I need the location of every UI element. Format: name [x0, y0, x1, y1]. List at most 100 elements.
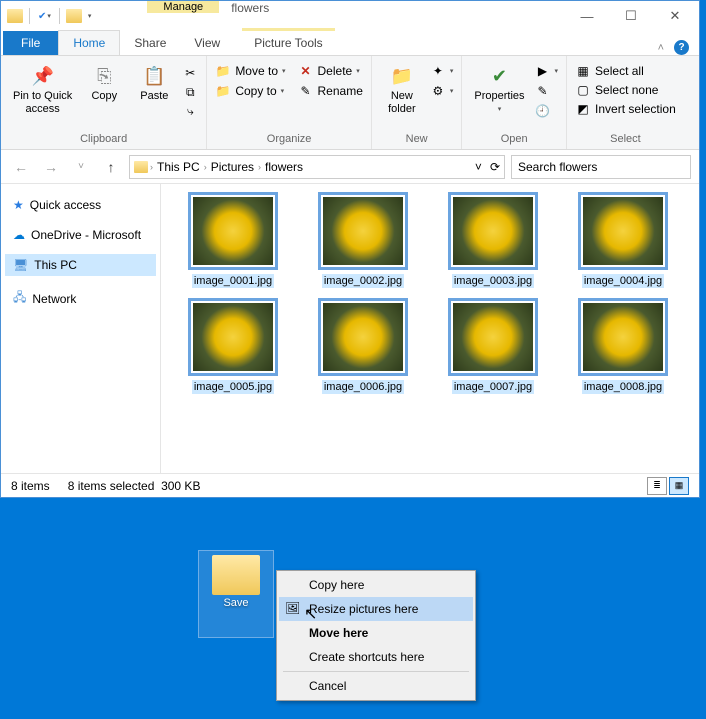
organize-group: 📁Move to ▾ 📁Copy to ▾ ✕Delete ▾ ✎Rename …: [207, 56, 372, 149]
history-button[interactable]: 🕘: [535, 102, 559, 120]
breadcrumb-bar[interactable]: › This PC › Pictures › flowers ˅ ⟳: [129, 155, 505, 179]
open-button[interactable]: ▶▾: [535, 62, 559, 80]
drag-drop-context-menu: Copy here 🖼 Resize pictures here Move he…: [276, 570, 476, 701]
nav-quick-access[interactable]: ★Quick access: [5, 194, 156, 216]
select-group: ▦Select all ▢Select none ◩Invert selecti…: [567, 56, 684, 149]
thumbnails-view-button[interactable]: ▦: [669, 477, 689, 495]
pin-to-quick-access-button[interactable]: 📌 Pin to Quick access: [9, 62, 76, 118]
cut-button[interactable]: ✂: [182, 64, 198, 82]
file-item[interactable]: image_0006.jpg: [303, 298, 423, 394]
file-name: image_0001.jpg: [192, 274, 274, 288]
file-name: image_0005.jpg: [192, 380, 274, 394]
clipboard-group: 📌 Pin to Quick access ⎘ Copy 📋 Paste ✂ ⧉…: [1, 56, 207, 149]
breadcrumb-item[interactable]: Pictures: [209, 160, 256, 174]
invert-selection-button[interactable]: ◩Invert selection: [575, 100, 676, 118]
thumbnail-image: [448, 298, 538, 376]
copy-to-icon: 📁: [215, 83, 231, 99]
menu-resize-pictures-here[interactable]: 🖼 Resize pictures here: [279, 597, 473, 621]
paste-shortcut-button[interactable]: ⤷: [182, 102, 198, 120]
nav-onedrive[interactable]: ☁OneDrive - Microsoft: [5, 224, 156, 246]
rename-icon: ✎: [298, 83, 314, 99]
breadcrumb-item[interactable]: flowers: [263, 160, 305, 174]
file-list[interactable]: image_0001.jpg image_0002.jpg image_0003.j…: [161, 184, 699, 473]
properties-button[interactable]: ✔ Properties ▾: [470, 62, 528, 115]
menu-cancel[interactable]: Cancel: [279, 674, 473, 698]
pin-icon: 📌: [31, 64, 55, 88]
thumbnail-image: [188, 192, 278, 270]
ribbon: 📌 Pin to Quick access ⎘ Copy 📋 Paste ✂ ⧉…: [1, 56, 699, 150]
separator: [59, 8, 60, 24]
menu-copy-here[interactable]: Copy here: [279, 573, 473, 597]
separator: [283, 671, 469, 672]
back-button[interactable]: ←: [9, 155, 33, 179]
minimize-button[interactable]: —: [565, 2, 609, 30]
easy-access-button[interactable]: ⚙▾: [430, 82, 454, 100]
navigation-pane: ★Quick access ☁OneDrive - Microsoft 🖥Thi…: [1, 184, 161, 473]
select-all-button[interactable]: ▦Select all: [575, 62, 676, 80]
breadcrumb-item[interactable]: This PC: [155, 160, 202, 174]
move-to-button[interactable]: 📁Move to ▾: [215, 62, 285, 80]
file-name: image_0004.jpg: [582, 274, 664, 288]
copy-button[interactable]: ⎘ Copy: [82, 62, 126, 105]
collapse-ribbon-icon[interactable]: ˄: [658, 42, 664, 54]
select-none-button[interactable]: ▢Select none: [575, 81, 676, 99]
forward-button[interactable]: →: [39, 155, 63, 179]
home-tab[interactable]: Home: [58, 30, 120, 55]
picture-tools-tab[interactable]: Picture Tools: [242, 28, 334, 55]
desktop-folder[interactable]: Save: [198, 550, 274, 638]
chevron-right-icon: ›: [150, 162, 153, 172]
close-button[interactable]: ✕: [653, 2, 697, 30]
file-name: image_0003.jpg: [452, 274, 534, 288]
nav-network[interactable]: 🖧Network: [5, 284, 156, 313]
rename-button[interactable]: ✎Rename: [298, 82, 363, 100]
file-tab[interactable]: File: [3, 31, 58, 55]
help-icon[interactable]: ?: [674, 40, 689, 55]
folder-icon: [134, 161, 148, 173]
up-button[interactable]: ↑: [99, 155, 123, 179]
copy-to-button[interactable]: 📁Copy to ▾: [215, 82, 285, 100]
file-item[interactable]: image_0008.jpg: [563, 298, 683, 394]
cut-icon: ✂: [182, 65, 198, 81]
qat-properties-button[interactable]: ✔ ▾: [36, 9, 53, 24]
network-icon: 🖧: [13, 288, 26, 309]
edit-button[interactable]: ✎: [535, 82, 559, 100]
thumbnail-image: [448, 192, 538, 270]
monitor-icon: 🖥: [13, 258, 28, 272]
menu-move-here[interactable]: Move here: [279, 621, 473, 645]
copy-path-button[interactable]: ⧉: [182, 83, 198, 101]
edit-icon: ✎: [535, 83, 551, 99]
properties-icon: ✔: [487, 64, 511, 88]
menu-create-shortcuts-here[interactable]: Create shortcuts here: [279, 645, 473, 669]
file-item[interactable]: image_0005.jpg: [173, 298, 293, 394]
maximize-button[interactable]: ☐: [609, 2, 653, 30]
file-item[interactable]: image_0002.jpg: [303, 192, 423, 288]
cloud-icon: ☁: [13, 228, 25, 242]
share-tab[interactable]: Share: [120, 31, 180, 55]
file-item[interactable]: image_0004.jpg: [563, 192, 683, 288]
resize-icon: 🖼: [285, 601, 301, 617]
delete-icon: ✕: [298, 63, 314, 79]
new-folder-button[interactable]: 📁 New folder: [380, 62, 424, 118]
view-tab[interactable]: View: [180, 31, 234, 55]
file-item[interactable]: image_0007.jpg: [433, 298, 553, 394]
nav-this-pc[interactable]: 🖥This PC: [5, 254, 156, 276]
folder-label: Save: [223, 597, 248, 609]
paste-button[interactable]: 📋 Paste: [132, 62, 176, 105]
delete-button[interactable]: ✕Delete ▾: [298, 62, 363, 80]
explorer-window: ✔ ▾ ▾ Manage flowers — ☐ ✕ File Home Sha…: [0, 0, 700, 498]
recent-locations-button[interactable]: ˅: [69, 155, 93, 179]
easy-access-icon: ⚙: [430, 83, 446, 99]
ribbon-help-area: ˄ ?: [658, 40, 699, 55]
open-group: ✔ Properties ▾ ▶▾ ✎ 🕘 Open: [462, 56, 567, 149]
search-input[interactable]: Search flowers: [511, 155, 691, 179]
details-view-button[interactable]: ≣: [647, 477, 667, 495]
folder-icon: [7, 9, 23, 23]
refresh-icon[interactable]: ⟳: [490, 160, 500, 174]
selected-count: 8 items selected 300 KB: [68, 479, 201, 493]
file-item[interactable]: image_0001.jpg: [173, 192, 293, 288]
dropdown-icon[interactable]: ˅: [475, 160, 482, 174]
new-group: 📁 New folder ✦▾ ⚙▾ New: [372, 56, 463, 149]
file-item[interactable]: image_0003.jpg: [433, 192, 553, 288]
thumbnail-image: [188, 298, 278, 376]
new-item-button[interactable]: ✦▾: [430, 62, 454, 80]
